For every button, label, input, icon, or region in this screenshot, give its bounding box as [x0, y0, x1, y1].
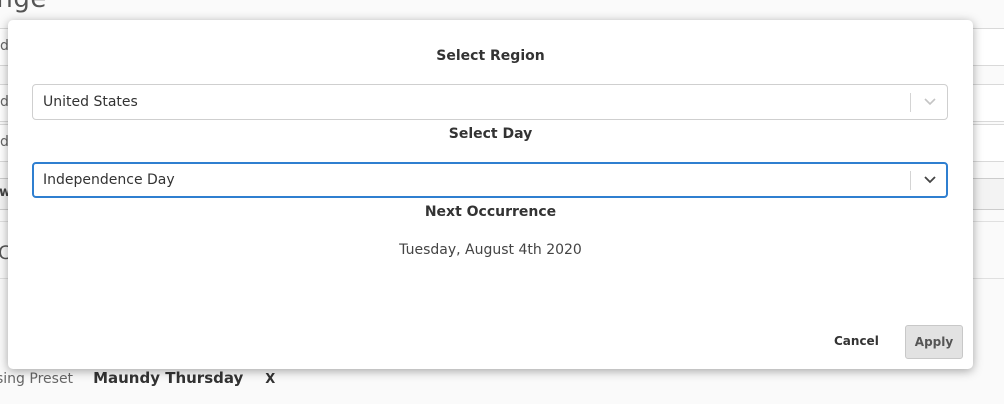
next-occurrence-date: Tuesday, August 4th 2020	[399, 242, 582, 258]
chevron-down-icon[interactable]	[921, 94, 939, 110]
region-select-value: United States	[43, 94, 138, 110]
day-select[interactable]: Independence Day	[32, 162, 948, 198]
active-preset: sing Preset Maundy Thursday X	[0, 369, 275, 389]
apply-button[interactable]: Apply	[905, 325, 963, 359]
chevron-down-icon[interactable]	[921, 172, 939, 188]
region-select[interactable]: United States	[32, 84, 948, 120]
select-separator	[910, 93, 911, 112]
select-day-heading: Select Day	[448, 126, 533, 142]
preset-value: Maundy Thursday	[93, 369, 244, 387]
remove-preset-button[interactable]: X	[265, 372, 275, 387]
preset-label: sing Preset	[0, 371, 74, 387]
cancel-button[interactable]: Cancel	[834, 334, 879, 348]
next-occurrence-heading: Next Occurrence	[424, 204, 557, 220]
holiday-picker-modal: Select Region United States Select Day I…	[8, 20, 973, 369]
day-select-value: Independence Day	[43, 172, 175, 188]
select-separator	[910, 171, 911, 190]
select-region-heading: Select Region	[436, 48, 545, 64]
page-title: ange	[0, 0, 47, 14]
